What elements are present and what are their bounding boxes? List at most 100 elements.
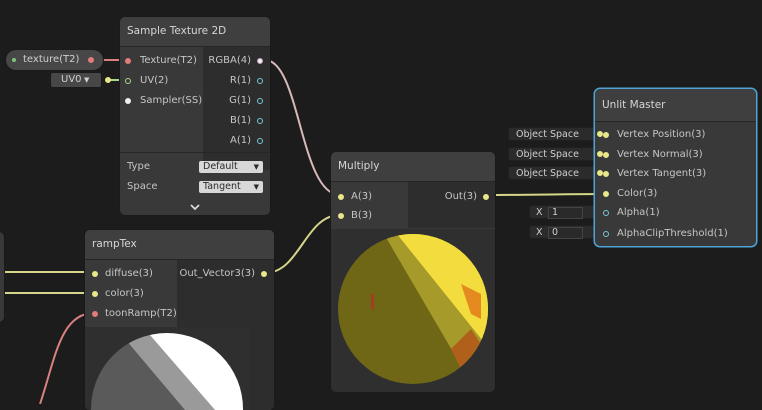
multiply-node[interactable]: Multiply A(3) B(3) Out(3)	[331, 152, 495, 392]
port-label: RGBA(4)	[208, 55, 251, 66]
node-title: Sample Texture 2D	[120, 17, 270, 47]
connector-nub	[597, 170, 603, 176]
output-port-out-vector3[interactable]: Out_Vector3(3)	[177, 267, 267, 281]
axis-label: X	[536, 227, 543, 238]
texture-property-port[interactable]	[88, 57, 94, 63]
output-port-a[interactable]: A(1)	[203, 134, 263, 148]
output-port-b[interactable]: B(1)	[203, 114, 263, 128]
alpha-input-field[interactable]: X 1	[529, 205, 599, 219]
port-connector[interactable]	[257, 138, 263, 144]
port-connector[interactable]	[257, 58, 263, 64]
outputs-pane	[408, 182, 495, 228]
alpha-value: 1	[552, 207, 559, 218]
node-title: rampTex	[85, 230, 274, 260]
field-value: Object Space	[516, 129, 579, 140]
port-label: B(3)	[351, 210, 373, 221]
port-label: Sampler(SS)	[140, 95, 203, 106]
port-connector[interactable]	[125, 78, 131, 84]
port-connector[interactable]	[92, 271, 98, 277]
space-value: Tangent	[203, 181, 241, 192]
port-label: G(1)	[229, 95, 251, 106]
port-label: Out(3)	[444, 191, 477, 202]
alpha-value-box[interactable]: 1	[548, 207, 583, 219]
offscreen-node[interactable]	[0, 232, 4, 322]
vertex-position-space-field[interactable]: Object Space	[508, 127, 598, 141]
port-label: A(3)	[351, 191, 373, 202]
connector-nub	[597, 151, 603, 157]
uv-output-port[interactable]	[105, 77, 111, 83]
preview-sphere	[91, 333, 243, 410]
output-port-g[interactable]: G(1)	[203, 94, 263, 108]
wire-multiply-to-color	[484, 193, 607, 196]
clip-value-box[interactable]: 0	[548, 227, 583, 239]
chevron-down-icon	[190, 203, 200, 210]
port-connector[interactable]	[603, 231, 609, 237]
port-connector[interactable]	[261, 271, 267, 277]
port-label: color(3)	[105, 288, 144, 299]
port-connector[interactable]	[603, 171, 609, 177]
output-port-out[interactable]: Out(3)	[408, 190, 489, 204]
port-connector[interactable]	[257, 118, 263, 124]
wire-rgba-to-a	[264, 59, 341, 196]
type-dropdown[interactable]: Default ▼	[199, 161, 263, 173]
port-label: UV(2)	[140, 75, 169, 86]
port-label: Texture(T2)	[140, 55, 197, 66]
unlit-master-node[interactable]: Unlit Master Vertex Position(3) Vertex N…	[595, 89, 756, 246]
port-label: Vertex Normal(3)	[617, 149, 703, 160]
node-title: Unlit Master	[595, 89, 756, 122]
preview-area	[85, 327, 250, 410]
port-connector[interactable]	[125, 98, 131, 104]
port-label: Out_Vector3(3)	[179, 268, 255, 279]
port-connector[interactable]	[603, 210, 609, 216]
texture-property-label: texture(T2)	[23, 54, 80, 65]
port-connector[interactable]	[603, 152, 609, 158]
port-label: Vertex Position(3)	[617, 129, 706, 140]
alpha-clip-input-field[interactable]: X 0	[529, 225, 599, 239]
preview-area	[331, 229, 495, 392]
node-title: Multiply	[331, 152, 495, 182]
ramptex-node[interactable]: rampTex diffuse(3) color(3) toonRamp(T2)…	[85, 230, 274, 410]
port-label: Alpha(1)	[617, 207, 660, 218]
port-connector[interactable]	[483, 194, 489, 200]
uv-channel-value: UV0	[61, 74, 82, 85]
port-label: Vertex Tangent(3)	[617, 168, 707, 179]
clip-value: 0	[552, 227, 559, 238]
texture-property-node[interactable]: texture(T2)	[6, 50, 103, 70]
vertex-tangent-space-field[interactable]: Object Space	[508, 166, 598, 180]
property-indicator-icon	[12, 58, 16, 62]
port-connector[interactable]	[338, 194, 344, 200]
port-label: A(1)	[229, 135, 251, 146]
output-port-rgba[interactable]: RGBA(4)	[203, 54, 263, 68]
port-label: Color(3)	[617, 188, 658, 199]
uv-channel-dropdown[interactable]: UV0 ▼	[51, 73, 111, 87]
port-connector[interactable]	[125, 58, 131, 64]
field-value: Object Space	[516, 149, 579, 160]
port-label: B(1)	[229, 115, 251, 126]
vertex-normal-space-field[interactable]: Object Space	[508, 147, 598, 161]
chevron-down-icon: ▼	[253, 163, 259, 171]
preview-sphere	[338, 234, 488, 384]
space-label: Space	[127, 181, 158, 192]
sample-texture-2d-node[interactable]: Sample Texture 2D Texture(T2) UV(2) Samp…	[120, 17, 270, 215]
port-label: toonRamp(T2)	[105, 308, 177, 319]
port-connector[interactable]	[92, 291, 98, 297]
port-label: AlphaClipThreshold(1)	[617, 228, 728, 239]
field-value: Object Space	[516, 168, 579, 179]
chevron-down-icon: ▼	[84, 76, 90, 84]
chevron-down-icon: ▼	[253, 183, 259, 191]
port-connector[interactable]	[257, 78, 263, 84]
connector-nub	[597, 131, 603, 137]
port-connector[interactable]	[603, 191, 609, 197]
port-label: diffuse(3)	[105, 268, 153, 279]
wire-out-to-b	[264, 214, 341, 274]
port-connector[interactable]	[257, 98, 263, 104]
port-connector[interactable]	[338, 213, 344, 219]
axis-label: X	[536, 207, 543, 218]
expand-preview-button[interactable]	[120, 200, 270, 215]
port-label: R(1)	[229, 75, 251, 86]
output-port-r[interactable]: R(1)	[203, 74, 263, 88]
port-connector[interactable]	[92, 311, 98, 317]
space-dropdown[interactable]: Tangent ▼	[199, 181, 263, 193]
port-connector[interactable]	[603, 132, 609, 138]
settings-separator	[120, 152, 270, 153]
